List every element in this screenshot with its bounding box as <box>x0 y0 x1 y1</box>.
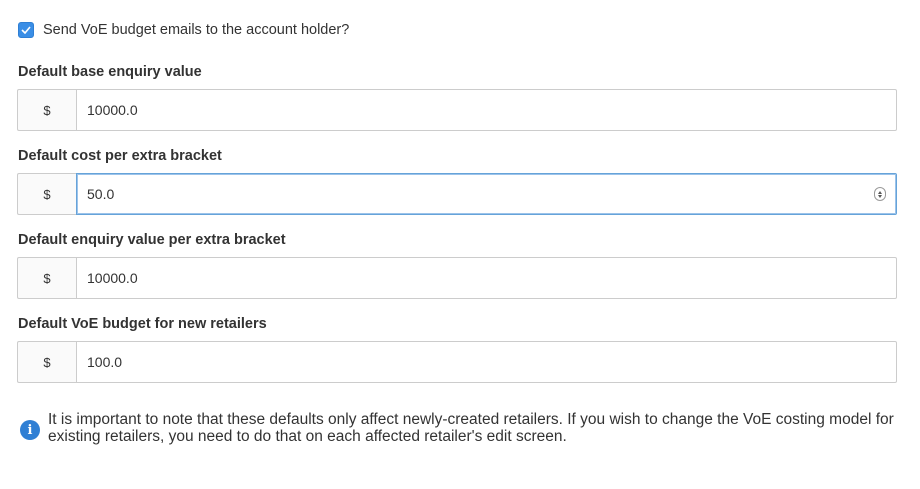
cost-per-extra-bracket-input[interactable]: 50.0 <box>76 173 897 215</box>
voe-budget-new-retailers-group: $ 100.0 <box>17 341 897 383</box>
currency-prefix: $ <box>17 257 76 299</box>
checkmark-icon <box>21 26 31 34</box>
voe-budget-new-retailers-input[interactable]: 100.0 <box>76 341 897 383</box>
stepper-up-icon[interactable] <box>878 190 882 194</box>
currency-prefix: $ <box>17 173 76 215</box>
voe-budget-new-retailers-label: Default VoE budget for new retailers <box>18 316 267 332</box>
cost-per-extra-bracket-text: 50.0 <box>87 186 115 202</box>
base-enquiry-value-text: 10000.0 <box>87 102 138 118</box>
number-stepper-icon[interactable] <box>874 187 886 201</box>
cost-per-extra-bracket-group: $ 50.0 <box>17 173 897 215</box>
base-enquiry-value-group: $ 10000.0 <box>17 89 897 131</box>
voe-budget-new-retailers-text: 100.0 <box>87 354 123 370</box>
currency-prefix: $ <box>17 89 76 131</box>
info-note: i It is important to note that these def… <box>20 411 900 445</box>
info-icon: i <box>20 420 40 440</box>
send-emails-checkbox[interactable] <box>18 22 34 38</box>
stepper-down-icon[interactable] <box>878 194 882 198</box>
currency-prefix: $ <box>17 341 76 383</box>
enquiry-value-per-extra-bracket-text: 10000.0 <box>87 270 138 286</box>
cost-per-extra-bracket-label: Default cost per extra bracket <box>18 148 222 164</box>
enquiry-value-per-extra-bracket-group: $ 10000.0 <box>17 257 897 299</box>
base-enquiry-value-label: Default base enquiry value <box>18 64 202 80</box>
send-emails-label: Send VoE budget emails to the account ho… <box>43 22 350 38</box>
info-text: It is important to note that these defau… <box>48 411 894 445</box>
enquiry-value-per-extra-bracket-input[interactable]: 10000.0 <box>76 257 897 299</box>
enquiry-value-per-extra-bracket-label: Default enquiry value per extra bracket <box>18 232 286 248</box>
base-enquiry-value-input[interactable]: 10000.0 <box>76 89 897 131</box>
send-emails-checkbox-row[interactable]: Send VoE budget emails to the account ho… <box>18 20 349 40</box>
